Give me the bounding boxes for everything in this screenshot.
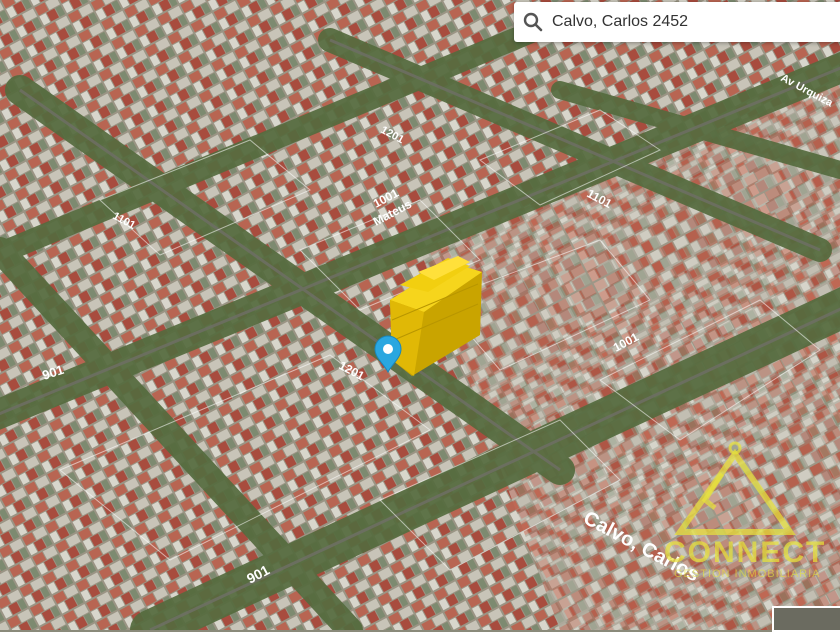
search-icon[interactable] bbox=[522, 11, 544, 33]
address-search-box[interactable] bbox=[514, 2, 840, 42]
search-input[interactable] bbox=[550, 12, 824, 32]
layer-thumbnail[interactable] bbox=[772, 606, 840, 632]
aerial-map-view[interactable]: Calvo, Carlos Mateus 1001 1101 1201 901 … bbox=[0, 0, 840, 630]
